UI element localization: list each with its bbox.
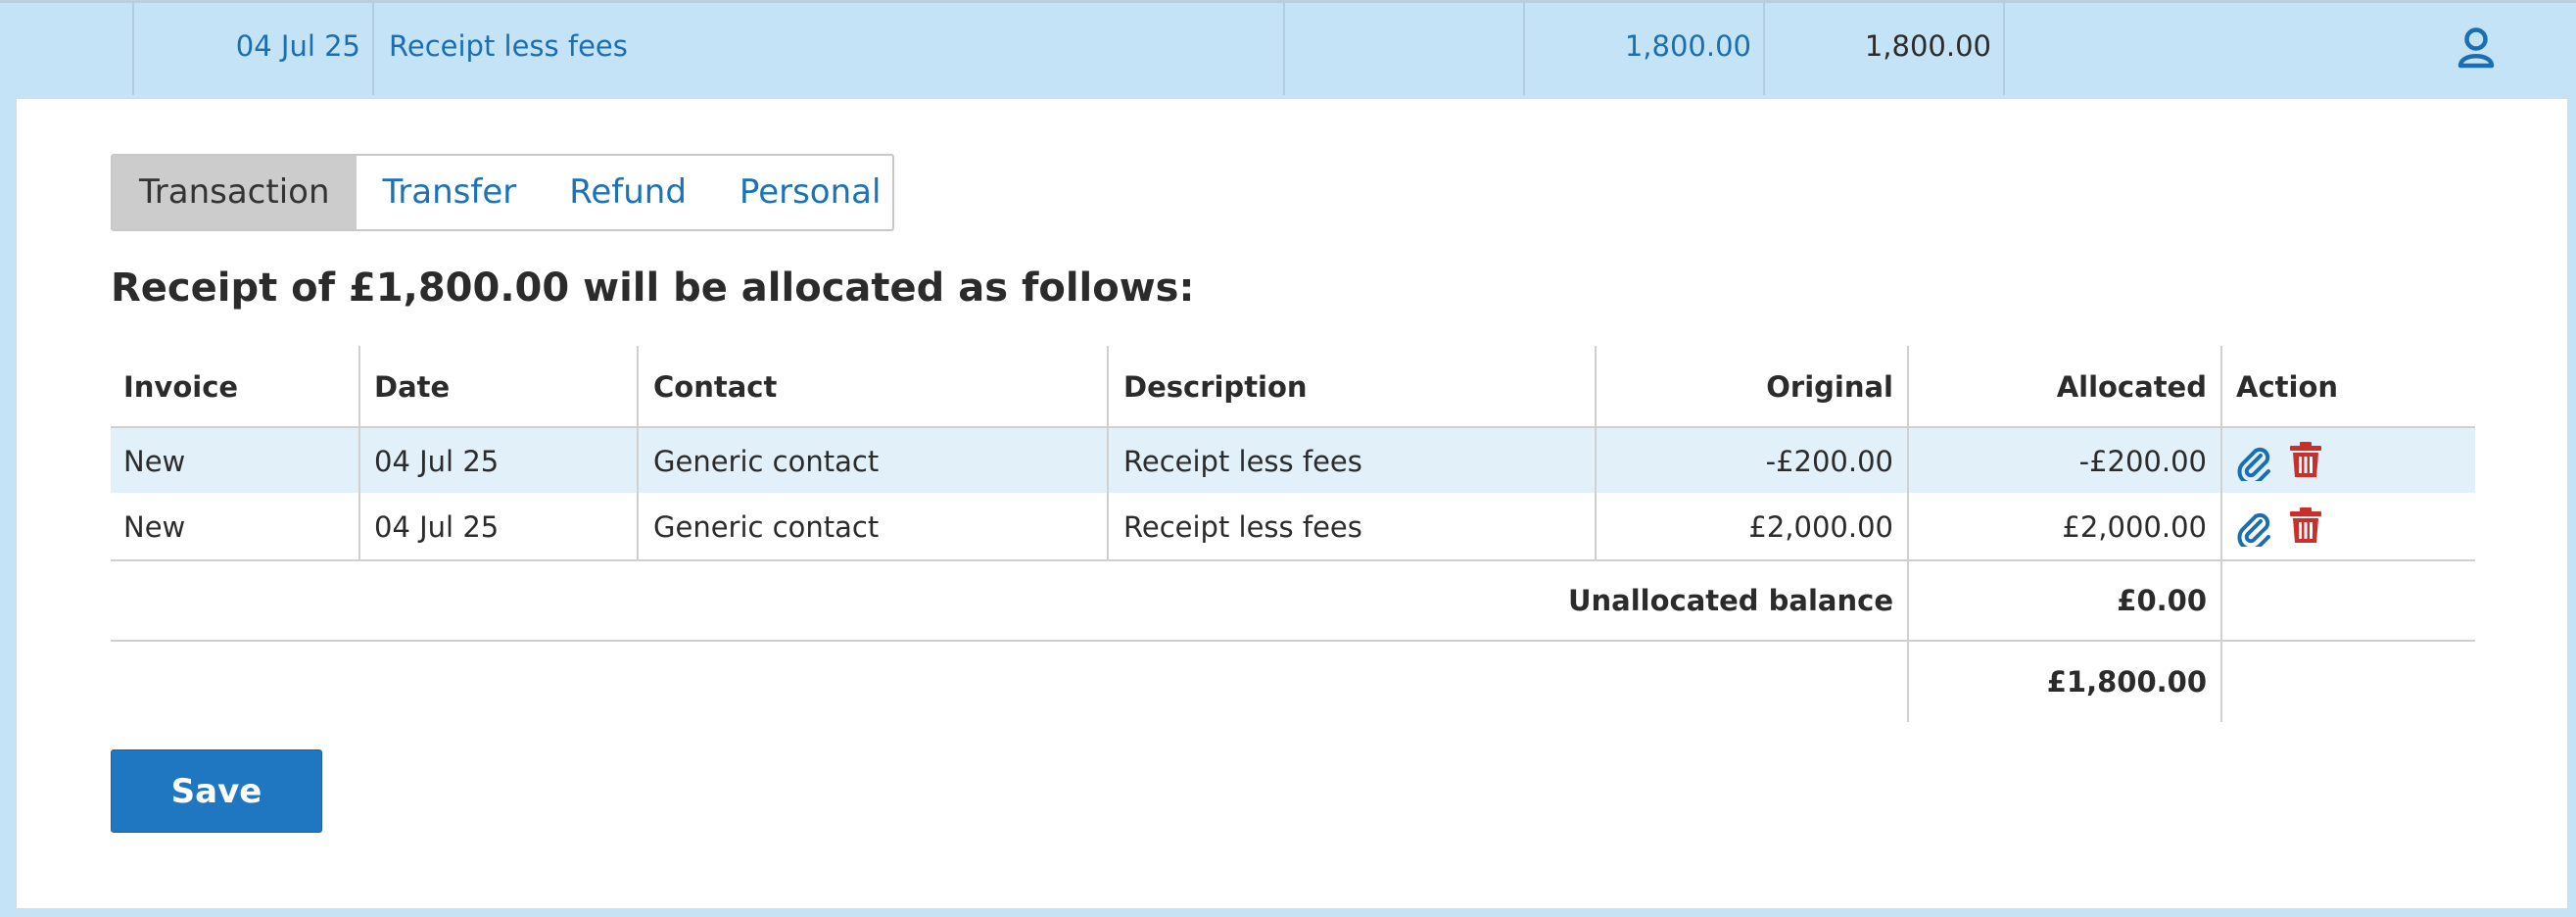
cell-original: -£200.00 bbox=[1765, 445, 1893, 478]
allocation-table: Invoice Date Contact Description Origina… bbox=[111, 346, 2475, 722]
column-divider bbox=[372, 3, 374, 95]
allocation-panel: Transaction Transfer Refund Personal Rec… bbox=[16, 98, 2568, 909]
tab-refund[interactable]: Refund bbox=[543, 156, 713, 229]
save-button[interactable]: Save bbox=[111, 749, 322, 833]
trash-icon[interactable] bbox=[2288, 506, 2323, 545]
summary-date: 04 Jul 25 bbox=[235, 29, 360, 63]
column-divider bbox=[1763, 3, 1765, 95]
transaction-summary-row[interactable]: 04 Jul 25 Receipt less fees 1,800.00 1,8… bbox=[0, 0, 2576, 95]
row-divider bbox=[111, 559, 2475, 561]
cell-invoice: New bbox=[123, 445, 186, 478]
column-header-original: Original bbox=[1766, 370, 1893, 404]
column-divider bbox=[132, 3, 134, 95]
transaction-type-tabs: Transaction Transfer Refund Personal bbox=[111, 154, 894, 231]
allocation-heading: Receipt of £1,800.00 will be allocated a… bbox=[111, 265, 1195, 311]
column-divider bbox=[1283, 3, 1285, 95]
header-divider bbox=[111, 426, 2475, 428]
cell-allocated: -£200.00 bbox=[2078, 445, 2207, 478]
cell-contact: Generic contact bbox=[653, 510, 880, 544]
cell-allocated: £2,000.00 bbox=[2062, 510, 2207, 544]
column-header-allocated: Allocated bbox=[2056, 370, 2207, 404]
cell-date: 04 Jul 25 bbox=[374, 445, 500, 478]
column-header-date: Date bbox=[374, 370, 451, 404]
unallocated-balance-label: Unallocated balance bbox=[1567, 584, 1893, 617]
tab-personal[interactable]: Personal bbox=[713, 156, 908, 229]
column-divider bbox=[358, 346, 360, 559]
cell-invoice: New bbox=[123, 510, 186, 544]
cell-description: Receipt less fees bbox=[1123, 445, 1362, 478]
column-divider bbox=[1907, 346, 1909, 722]
summary-amount-in: 1,800.00 bbox=[1624, 29, 1751, 63]
column-divider bbox=[1107, 346, 1109, 559]
column-header-description: Description bbox=[1123, 370, 1308, 404]
allocated-total-value: £1,800.00 bbox=[2046, 665, 2207, 699]
column-divider bbox=[1523, 3, 1525, 95]
cell-contact: Generic contact bbox=[653, 445, 880, 478]
cell-date: 04 Jul 25 bbox=[374, 510, 500, 544]
row-divider bbox=[111, 640, 2475, 642]
unallocated-balance-value: £0.00 bbox=[2117, 584, 2207, 617]
column-divider bbox=[1595, 346, 1597, 559]
cell-description: Receipt less fees bbox=[1123, 510, 1362, 544]
paperclip-icon[interactable] bbox=[2236, 442, 2271, 486]
paperclip-icon[interactable] bbox=[2236, 507, 2271, 552]
column-header-invoice: Invoice bbox=[123, 370, 239, 404]
column-header-contact: Contact bbox=[653, 370, 778, 404]
tab-transfer[interactable]: Transfer bbox=[357, 156, 544, 229]
cell-original: £2,000.00 bbox=[1748, 510, 1893, 544]
summary-balance: 1,800.00 bbox=[1864, 29, 1991, 63]
column-divider bbox=[2003, 3, 2005, 95]
user-icon[interactable] bbox=[2457, 26, 2496, 70]
column-header-action: Action bbox=[2236, 370, 2339, 404]
column-divider bbox=[637, 346, 639, 559]
trash-icon[interactable] bbox=[2288, 440, 2323, 479]
summary-description[interactable]: Receipt less fees bbox=[389, 3, 628, 95]
column-divider bbox=[2220, 346, 2222, 722]
tab-transaction[interactable]: Transaction bbox=[113, 156, 357, 229]
